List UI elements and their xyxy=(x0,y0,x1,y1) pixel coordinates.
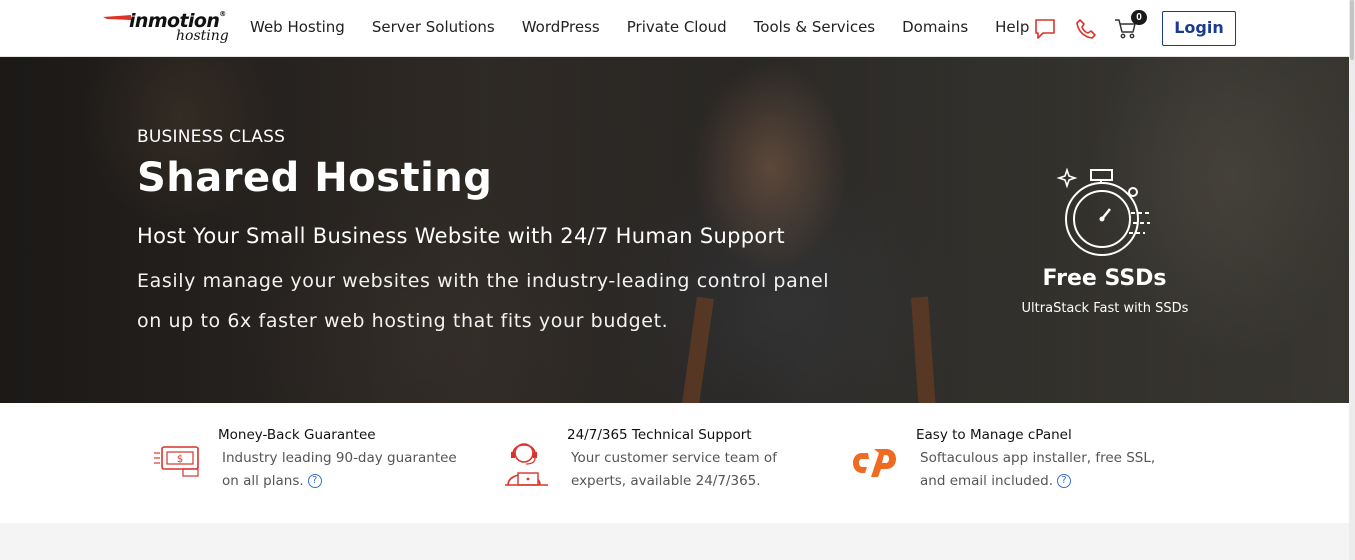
svg-text:$: $ xyxy=(177,454,183,465)
hero-eyebrow: BUSINESS CLASS xyxy=(137,127,286,147)
feature-description-line: on all plans.? xyxy=(222,470,482,493)
nav-private-cloud[interactable]: Private Cloud xyxy=(627,18,727,36)
hero-description-line: Easily manage your websites with the ind… xyxy=(137,270,830,292)
site-header: inmotion® hosting Web Hosting Server Sol… xyxy=(0,0,1349,57)
feature-description-line: Your customer service team of xyxy=(571,450,777,466)
feature-description: Your customer service team of experts, a… xyxy=(571,447,831,493)
nav-tools-services[interactable]: Tools & Services xyxy=(754,18,875,36)
nav-web-hosting[interactable]: Web Hosting xyxy=(250,18,345,36)
hero-title: Shared Hosting xyxy=(137,155,493,201)
support-agent-icon xyxy=(505,443,548,486)
nav-server-solutions[interactable]: Server Solutions xyxy=(372,18,495,36)
stopwatch-icon xyxy=(1056,167,1150,256)
feature-description-line: experts, available 24/7/365. xyxy=(571,473,761,489)
nav-domains[interactable]: Domains xyxy=(902,18,968,36)
feature-title: Money-Back Guarantee xyxy=(218,427,376,443)
login-button[interactable]: Login xyxy=(1162,11,1236,46)
feature-description: Industry leading 90-day guarantee on all… xyxy=(222,447,482,493)
hero-banner: BUSINESS CLASS Shared Hosting Host Your … xyxy=(0,57,1349,403)
inmotion-logo[interactable]: inmotion® hosting xyxy=(103,10,233,48)
cpanel-icon xyxy=(853,449,896,477)
feature-description-line: Softaculous app installer, free SSL, xyxy=(920,450,1156,466)
money-back-icon: $ xyxy=(154,446,199,477)
ssd-badge-subtitle: UltraStack Fast with SSDs xyxy=(1021,301,1189,316)
help-icon[interactable]: ? xyxy=(1056,474,1071,488)
cart-count-badge: 0 xyxy=(1131,10,1147,25)
main-nav: Web Hosting Server Solutions WordPress P… xyxy=(250,18,1029,36)
feature-description-line: and email included.? xyxy=(920,470,1210,493)
phone-icon[interactable] xyxy=(1075,18,1097,40)
feature-description-text: and email included. xyxy=(920,473,1053,489)
hero-description-line: on up to 6x faster web hosting that fits… xyxy=(137,310,669,332)
hero-description: Easily manage your websites with the ind… xyxy=(137,261,897,341)
help-icon[interactable]: ? xyxy=(307,474,322,488)
hero-subtitle: Host Your Small Business Website with 24… xyxy=(137,224,785,248)
scrollbar-thumb[interactable] xyxy=(1350,0,1354,60)
ssd-badge-title: Free SSDs xyxy=(1042,266,1167,291)
logo-subtext: hosting xyxy=(176,28,229,44)
chat-icon[interactable] xyxy=(1034,18,1056,40)
feature-description: Softaculous app installer, free SSL, and… xyxy=(920,447,1210,493)
nav-wordpress[interactable]: WordPress xyxy=(522,18,600,36)
page-scrollbar[interactable] xyxy=(1349,0,1355,560)
features-strip: $ Money-Back Guarantee Industry leading … xyxy=(0,403,1349,523)
feature-title: 24/7/365 Technical Support xyxy=(567,427,752,443)
nav-help[interactable]: Help xyxy=(995,18,1029,36)
feature-description-text: on all plans. xyxy=(222,473,304,489)
feature-title: Easy to Manage cPanel xyxy=(916,427,1072,443)
feature-description-line: Industry leading 90-day guarantee xyxy=(222,450,457,466)
